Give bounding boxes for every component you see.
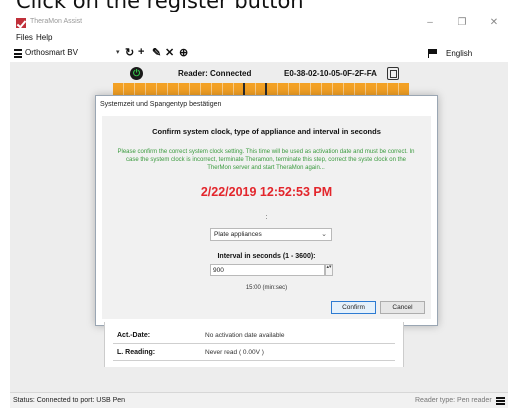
globe-icon[interactable]: ⊕ <box>179 46 188 59</box>
dialog-info-text: Please confirm the correct system clock … <box>117 149 415 171</box>
reader-type: Reader type: Pen reader <box>415 397 492 404</box>
interval-input[interactable] <box>210 264 325 276</box>
ruler-marker <box>243 83 245 95</box>
divider <box>113 343 395 344</box>
info-label: Act.-Date: <box>117 332 151 339</box>
info-value: No activation date available <box>205 332 285 339</box>
info-label: L. Reading: <box>117 349 156 356</box>
appliance-select[interactable]: Plate appliances ⌄ <box>210 228 332 241</box>
close-button[interactable]: ✕ <box>486 16 502 30</box>
flag-icon <box>428 49 438 58</box>
status-bar: Status: Connected to port: USB Pen Reade… <box>10 392 508 408</box>
dialog-heading: Confirm system clock, type of appliance … <box>152 127 381 136</box>
refresh-icon[interactable]: ↻ <box>125 46 134 59</box>
interval-spinner[interactable]: ▴▾ <box>325 264 333 276</box>
info-row: L. Reading: Never read ( 0.00V ) <box>105 347 405 359</box>
info-row: Act.-Date: No activation date available <box>105 330 405 342</box>
dialog-body: Confirm system clock, type of appliance … <box>102 116 431 319</box>
status-text: Status: Connected to port: USB Pen <box>13 397 126 404</box>
reader-status: Reader: Connected <box>178 69 252 78</box>
delete-icon[interactable]: ✕ <box>165 46 174 59</box>
chevron-down-icon[interactable]: ▾ <box>116 48 120 56</box>
app-logo-icon <box>16 18 26 28</box>
edit-icon[interactable]: ✎ <box>152 46 161 59</box>
reader-type-icon <box>496 397 505 405</box>
maximize-button[interactable]: ❐ <box>454 16 470 30</box>
reader-device-icon[interactable] <box>387 67 399 80</box>
device-info-panel: Act.-Date: No activation date available … <box>104 322 404 367</box>
language-selector[interactable]: English <box>446 49 472 58</box>
ruler-marker <box>265 83 267 95</box>
menu-help[interactable]: Help <box>36 33 52 42</box>
reader-bar: ⏻ Reader: Connected E0-38-02-10-05-0F-2F… <box>113 67 409 82</box>
system-time: 2/22/2019 12:52:53 PM <box>200 185 333 199</box>
confirm-button[interactable]: Confirm <box>331 301 376 314</box>
power-icon: ⏻ <box>130 67 143 80</box>
dialog-title: Systemzeit und Spangentyp bestätigen <box>100 101 222 108</box>
info-value: Never read ( 0.00V ) <box>205 349 264 356</box>
reader-id: E0-38-02-10-05-0F-2F-FA <box>284 69 377 78</box>
toolbar: Orthosmart BV ▾ ↻ + ✎ ✕ ⊕ English <box>10 45 508 61</box>
appliance-select-value: Plate appliances <box>214 231 262 238</box>
title-bar: TheraMon Assist – ❐ ✕ <box>10 12 508 32</box>
chevron-down-icon: ⌄ <box>321 231 327 238</box>
add-icon[interactable]: + <box>138 46 144 58</box>
menu-bar: Files Help <box>10 32 508 44</box>
interval-label: Interval in seconds (1 - 3600): <box>217 253 316 260</box>
cancel-button[interactable]: Cancel <box>380 301 425 314</box>
confirm-dialog: Systemzeit und Spangentyp bestätigen Con… <box>95 95 438 326</box>
window-title: TheraMon Assist <box>30 18 83 25</box>
divider <box>113 360 395 361</box>
company-selector[interactable]: Orthosmart BV <box>25 48 78 57</box>
interval-minsec: 15:00 (min:sec) <box>245 285 288 291</box>
company-icon <box>14 49 22 58</box>
minimize-button[interactable]: – <box>422 16 438 30</box>
separator-colon: : <box>265 214 268 221</box>
timeline-ruler <box>113 83 409 95</box>
menu-files[interactable]: Files <box>16 33 33 42</box>
